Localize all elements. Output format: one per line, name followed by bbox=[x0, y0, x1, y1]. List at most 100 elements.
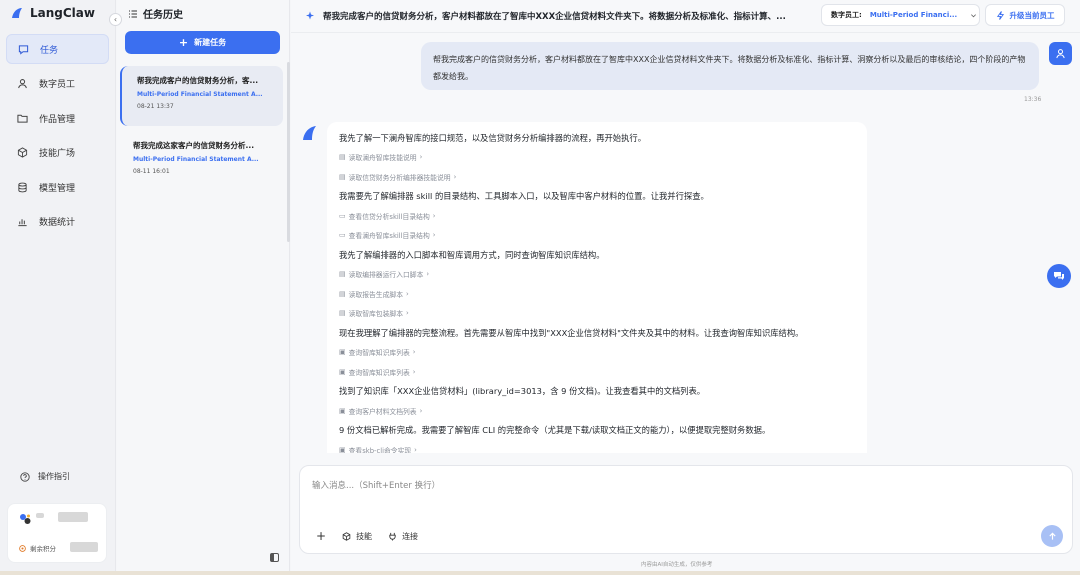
nav-item-models[interactable]: 模型管理 bbox=[6, 172, 109, 202]
tool-call-item[interactable]: ▤ 读取智库包装脚本 › bbox=[339, 304, 867, 324]
tool-call-label: 查询客户材料文档列表 bbox=[348, 407, 417, 416]
lightning-icon bbox=[996, 10, 1004, 20]
user-avatar bbox=[1049, 42, 1072, 65]
cube-icon bbox=[17, 147, 28, 158]
main-nav: 任务 数字员工 作品管理 技能广场 模型管理 数据统计 bbox=[6, 34, 109, 242]
task-time: 08-21 13:37 bbox=[137, 103, 174, 110]
assistant-text: 我先了解一下澜舟智库的接口规范，以及信贷财务分析编排器的流程，再开始执行。 bbox=[339, 132, 646, 143]
chat-icon bbox=[18, 44, 29, 55]
nav-item-skills[interactable]: 技能广场 bbox=[6, 138, 109, 168]
assistant-text: 找到了知识库「XXX企业信贷材料」(library_id=3013，含 9 份文… bbox=[339, 386, 706, 397]
app-name: LangClaw bbox=[30, 6, 95, 20]
points-row: 剩余积分 bbox=[19, 543, 56, 553]
guide-label: 操作指引 bbox=[38, 472, 70, 481]
tool-call-item[interactable]: ▣ 查询智库知识库列表 › bbox=[339, 362, 867, 382]
sidebar-toggle-icon[interactable] bbox=[270, 553, 279, 562]
assistant-message: 我先了解一下澜舟智库的接口规范，以及信贷财务分析编排器的流程，再开始执行。 ▤ 读… bbox=[327, 122, 867, 453]
nav-item-tasks[interactable]: 任务 bbox=[6, 34, 109, 64]
ai-disclaimer: 内容由AI自动生成，仅供参考 bbox=[641, 562, 713, 568]
tool-call-label: 查看澜舟智库skill目录结构 bbox=[348, 232, 430, 241]
composer-tools: + 技能 连接 bbox=[316, 529, 418, 543]
collapse-sidebar-button[interactable]: ‹ bbox=[109, 13, 122, 26]
points-icon bbox=[19, 544, 26, 552]
nav-label: 技能广场 bbox=[39, 149, 76, 160]
tool-call-label: 查询智库知识库列表 bbox=[348, 368, 410, 377]
chevron-right-icon: › bbox=[406, 289, 409, 298]
plus-icon: + bbox=[178, 36, 189, 49]
terminal-icon: ▣ bbox=[339, 406, 346, 415]
connect-button[interactable]: 连接 bbox=[388, 531, 418, 542]
task-employee: Multi-Period Financial Statement A... bbox=[137, 91, 263, 98]
attach-button[interactable]: + bbox=[316, 529, 326, 543]
nav-item-stats[interactable]: 数据统计 bbox=[6, 207, 109, 237]
tool-call-item[interactable]: ▭ 查看信贷分析skill目录结构 › bbox=[339, 206, 867, 226]
user-icon bbox=[18, 79, 27, 89]
message-input[interactable]: 输入消息...（Shift+Enter 换行） bbox=[312, 479, 440, 491]
chevron-down-icon bbox=[970, 13, 976, 17]
tool-call-item[interactable]: ▣ 查询智库知识库列表 › bbox=[339, 343, 867, 363]
upgrade-label: 升级当前员工 bbox=[1009, 10, 1055, 20]
guide-link[interactable]: 操作指引 bbox=[20, 471, 70, 482]
tool-call-label: 查看skb-cli命令实现 bbox=[348, 446, 412, 453]
chevron-right-icon: › bbox=[406, 309, 409, 318]
assistant-text: 现在我理解了编排器的完整流程。首先需要从智库中找到"XXX企业信贷材料"文件夹及… bbox=[339, 327, 804, 338]
skill-button[interactable]: 技能 bbox=[342, 531, 372, 542]
arrow-up-icon bbox=[1048, 532, 1056, 540]
doc-icon: ▤ bbox=[339, 153, 346, 162]
employee-value: Multi-Period Financi... bbox=[869, 11, 958, 19]
sparkle-icon bbox=[306, 11, 314, 20]
tool-call-item[interactable]: ▤ 读取信贷财务分析编排器技能说明 › bbox=[339, 167, 867, 187]
tool-call-item[interactable]: ▭ 查看澜舟智库skill目录结构 › bbox=[339, 226, 867, 246]
nav-item-works[interactable]: 作品管理 bbox=[6, 103, 109, 133]
tool-call-item[interactable]: ▣ 查询客户材料文档列表 › bbox=[339, 401, 867, 421]
points-value-redacted bbox=[70, 542, 98, 552]
chevron-left-icon: ‹ bbox=[113, 15, 118, 24]
tool-call-label: 读取智库包装脚本 bbox=[348, 310, 403, 319]
nav-label: 模型管理 bbox=[39, 183, 76, 194]
message-composer[interactable]: 输入消息...（Shift+Enter 换行） + 技能 连接 bbox=[299, 465, 1073, 554]
folder-icon: ▭ bbox=[339, 231, 346, 240]
chevron-right-icon: › bbox=[453, 172, 457, 181]
assistant-text: 我需要先了解编排器 skill 的目录结构、工具脚本入口，以及智库中客户材料的位… bbox=[339, 191, 709, 202]
terminal-icon: ▣ bbox=[339, 445, 346, 453]
tool-call-label: 查询智库知识库列表 bbox=[348, 349, 410, 358]
tool-call-item[interactable]: ▣ 查看skb-cli命令实现 › bbox=[339, 440, 867, 453]
new-task-button[interactable]: + 新建任务 bbox=[125, 31, 280, 54]
nav-label: 数字员工 bbox=[39, 80, 76, 91]
task-item[interactable]: 帮我完成这家客户的信贷财务分析... Multi-Period Financia… bbox=[120, 131, 283, 191]
user-card[interactable]: 剩余积分 bbox=[7, 503, 107, 563]
nav-label: 任务 bbox=[40, 45, 59, 56]
tool-call-item[interactable]: ▤ 读取澜舟智库技能说明 › bbox=[339, 148, 867, 168]
employee-select[interactable]: 数字员工: Multi-Period Financi... bbox=[821, 4, 980, 26]
task-history-header: 任务历史 bbox=[128, 6, 183, 21]
upgrade-employee-button[interactable]: 升级当前员工 bbox=[985, 4, 1065, 26]
chevron-right-icon: › bbox=[432, 231, 436, 240]
app-logo[interactable]: LangClaw bbox=[10, 6, 95, 20]
task-list-scrollbar[interactable] bbox=[287, 62, 290, 242]
tool-call-label: 读取澜舟智库技能说明 bbox=[348, 154, 417, 163]
task-title: 帮我完成客户的信贷财务分析，客... bbox=[137, 76, 259, 85]
plus-icon: + bbox=[316, 529, 327, 543]
assistant-text: 9 份文档已解析完成。我需要了解智库 CLI 的完整命令（尤其是下载/读取文档正… bbox=[339, 425, 771, 436]
message-time: 13:36 bbox=[1024, 96, 1042, 103]
tool-call-label: 读取信贷财务分析编排器技能说明 bbox=[348, 173, 451, 182]
doc-icon: ▤ bbox=[339, 309, 346, 318]
new-task-label: 新建任务 bbox=[194, 38, 227, 47]
chevron-right-icon: › bbox=[432, 211, 436, 220]
conversation-title: 帮我完成客户的信贷财务分析，客户材料都放在了智库中XXX企业信贷材料文件夹下。将… bbox=[323, 12, 786, 22]
task-item[interactable]: 帮我完成客户的信贷财务分析，客... Multi-Period Financia… bbox=[120, 66, 283, 126]
assistant-avatar bbox=[303, 126, 316, 140]
tool-call-item[interactable]: ▤ 读取编排器运行入口脚本 › bbox=[339, 265, 867, 285]
folder-icon: ▭ bbox=[339, 211, 346, 220]
send-button[interactable] bbox=[1041, 525, 1063, 547]
chevron-right-icon: › bbox=[426, 270, 430, 279]
chevron-right-icon: › bbox=[412, 367, 416, 376]
task-time: 08-11 16:01 bbox=[133, 168, 170, 175]
nav-item-digital-employee[interactable]: 数字员工 bbox=[6, 69, 109, 99]
help-icon bbox=[20, 471, 30, 482]
chat-support-button[interactable] bbox=[1047, 264, 1071, 288]
tool-call-item[interactable]: ▤ 读取报告生成脚本 › bbox=[339, 284, 867, 304]
database-icon bbox=[18, 182, 27, 193]
nav-label: 数据统计 bbox=[39, 218, 76, 229]
employee-label: 数字员工: bbox=[831, 11, 862, 19]
